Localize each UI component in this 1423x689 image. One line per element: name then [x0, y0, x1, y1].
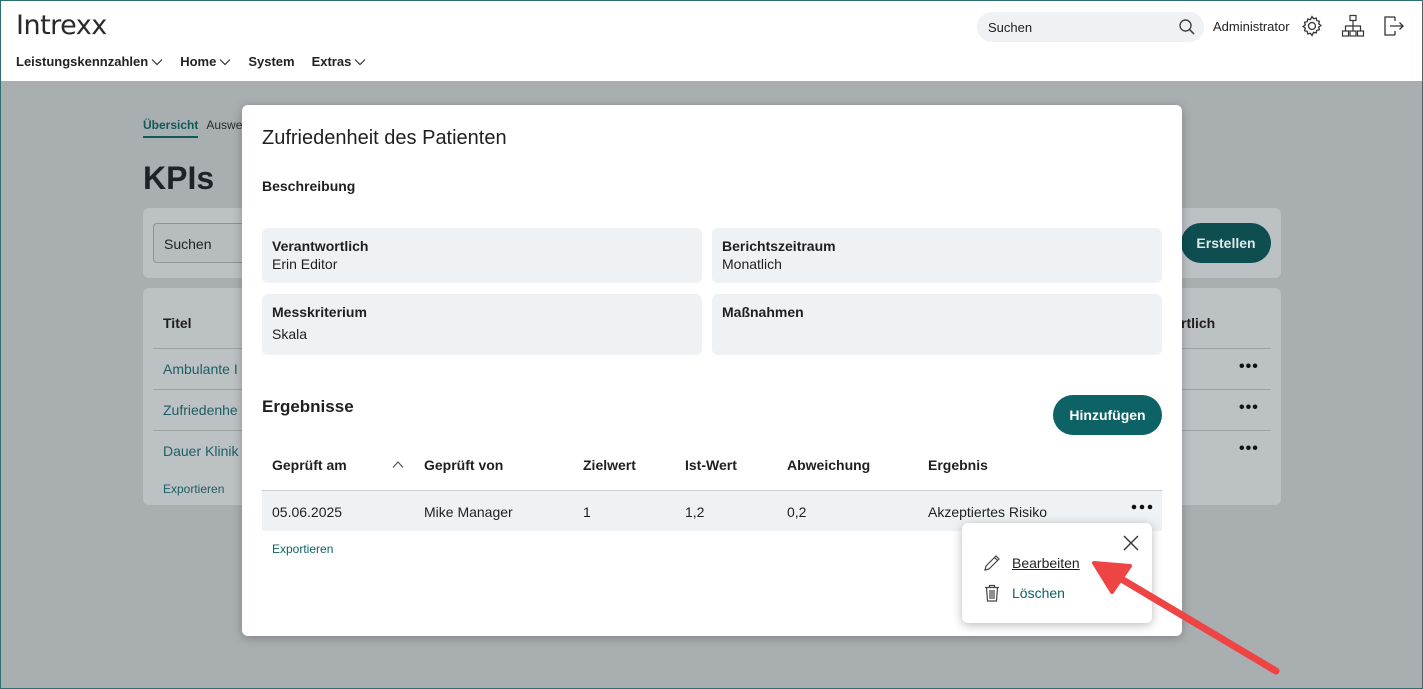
gear-icon[interactable] [1300, 14, 1324, 38]
user-name[interactable]: Administrator [1213, 19, 1290, 34]
app-logo[interactable]: Intrexx [16, 10, 107, 41]
nav-extras[interactable]: Extras [312, 54, 367, 69]
kpi-link[interactable]: Zufriedenhe [163, 402, 238, 418]
search-icon[interactable] [1178, 18, 1196, 36]
main-nav: Leistungskennzahlen Home System Extras [16, 54, 366, 69]
column-header-result[interactable]: Ergebnis [928, 457, 988, 473]
field-report-period: Berichtszeitraum Monatlich [712, 228, 1162, 283]
column-header-responsible[interactable]: rtlich [1181, 315, 1215, 331]
app-header: Intrexx Leistungskennzahlen Home System … [1, 1, 1422, 81]
results-heading: Ergebnisse [262, 397, 354, 416]
nav-label: System [248, 54, 295, 69]
cell-deviation: 0,2 [787, 504, 807, 520]
cell-checked-on: 05.06.2025 [272, 504, 343, 520]
logout-icon[interactable] [1381, 14, 1405, 38]
nav-system[interactable]: System [248, 54, 294, 69]
menu-item-label: Bearbeiten [1012, 555, 1080, 571]
field-value: Erin Editor [272, 256, 338, 272]
sort-ascending-icon[interactable] [392, 460, 404, 469]
field-responsible: Verantwortlich Erin Editor [262, 228, 702, 283]
page-title: KPIs [143, 160, 215, 196]
kpi-link[interactable]: Dauer Klinik [163, 443, 238, 459]
field-label: Verantwortlich [272, 238, 369, 254]
cell-result: Akzeptiertes Risiko [928, 504, 1048, 520]
tab-auswertung[interactable]: Auswe [206, 118, 242, 138]
export-link[interactable]: Exportieren [272, 542, 333, 556]
trash-icon [985, 584, 999, 602]
row-more-icon[interactable] [1130, 500, 1154, 514]
close-icon[interactable] [1122, 534, 1140, 552]
column-header-target[interactable]: Zielwert [583, 457, 636, 473]
search-input[interactable] [988, 19, 1168, 35]
column-header-checked-by[interactable]: Geprüft von [424, 457, 503, 473]
nav-home[interactable]: Home [180, 54, 231, 69]
nav-label: Extras [311, 54, 352, 69]
column-header-deviation[interactable]: Abweichung [787, 457, 870, 473]
more-icon[interactable]: ••• [1239, 358, 1259, 376]
add-result-button[interactable]: Hinzufügen [1053, 395, 1162, 435]
chevron-down-icon [219, 58, 231, 65]
row-context-menu: Bearbeiten Löschen [962, 523, 1152, 623]
field-label: Messkriterium [272, 304, 367, 320]
field-label: Maßnahmen [722, 304, 804, 320]
export-link[interactable]: Exportieren [163, 482, 224, 496]
nav-label: Home [180, 54, 217, 69]
kpi-link[interactable]: Ambulante I [163, 361, 238, 377]
nav-label: Leistungskennzahlen [16, 54, 149, 69]
cell-target: 1 [583, 504, 591, 520]
menu-item-edit[interactable]: Bearbeiten [982, 553, 1080, 573]
more-icon[interactable]: ••• [1239, 440, 1259, 458]
page-tabs: Übersicht Auswe [143, 118, 242, 138]
field-measure-criterion: Messkriterium Skala [262, 294, 702, 355]
nav-leistungskennzahlen[interactable]: Leistungskennzahlen [16, 54, 163, 69]
menu-item-label: Löschen [1012, 585, 1065, 601]
dialog-title: Zufriedenheit des Patienten [262, 127, 507, 149]
create-button[interactable]: Erstellen [1181, 223, 1271, 263]
global-search [977, 12, 1204, 42]
column-header-title[interactable]: Titel [163, 315, 192, 331]
column-header-checked-on[interactable]: Geprüft am [272, 457, 347, 473]
more-icon[interactable]: ••• [1239, 399, 1259, 417]
tab-uebersicht[interactable]: Übersicht [143, 118, 199, 138]
pencil-icon [984, 555, 1000, 571]
field-value: Monatlich [722, 256, 782, 272]
field-measures: Maßnahmen [712, 294, 1162, 355]
chevron-down-icon [354, 58, 366, 65]
column-header-actual[interactable]: Ist-Wert [685, 457, 737, 473]
cell-checked-by: Mike Manager [424, 504, 513, 520]
menu-item-delete[interactable]: Löschen [982, 583, 1065, 603]
chevron-down-icon [151, 58, 163, 65]
field-value: Skala [272, 326, 308, 342]
cell-actual: 1,2 [685, 504, 705, 520]
field-label: Berichtszeitraum [722, 238, 836, 254]
sitemap-icon[interactable] [1341, 14, 1365, 38]
description-label: Beschreibung [262, 178, 356, 194]
